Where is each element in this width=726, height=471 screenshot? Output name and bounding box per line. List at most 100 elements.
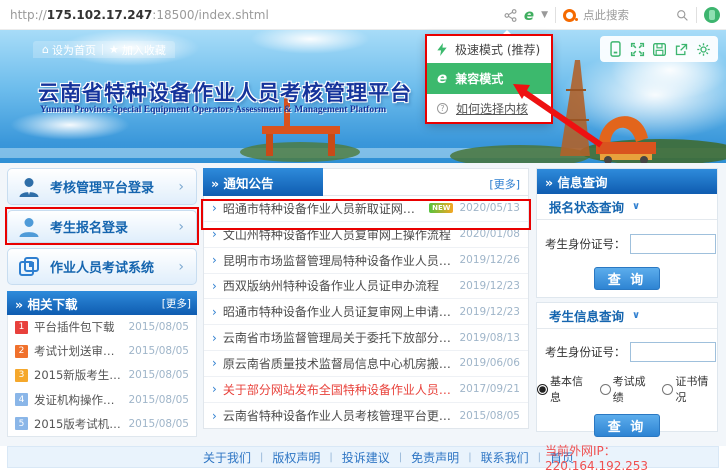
add-favorite-link[interactable]: ★加入收藏 — [109, 42, 166, 58]
query-panel-info: 考生信息查询 ∨ 考生身份证号： 基本信息 考试成绩 证书情况 查 询 — [536, 302, 718, 432]
chevron-right-icon: › — [178, 179, 196, 195]
downloads-header: » 相关下载 [更多] — [7, 291, 197, 315]
footer-link-about[interactable]: 关于我们 — [203, 449, 251, 466]
query-header: » 信息查询 — [537, 169, 717, 194]
sidebar-item-admin-login[interactable]: 考核管理平台登录 › — [7, 168, 197, 205]
search-engine-logo — [563, 9, 576, 22]
divider — [555, 7, 556, 23]
download-item[interactable]: 2 考试计划送审、审核 ... 2015/08/05 — [8, 339, 196, 363]
rank-badge: 2 — [15, 345, 28, 358]
info-query-button[interactable]: 查 询 — [594, 414, 660, 437]
star-icon: ★ — [109, 43, 119, 56]
bullet-icon: › — [212, 201, 217, 215]
footer-link-contact[interactable]: 联系我们 — [481, 449, 529, 466]
download-item[interactable]: 4 发证机构操作手册 2015/08/05 — [8, 388, 196, 412]
bullet-icon: › — [212, 227, 217, 241]
radio-exam-score[interactable]: 考试成绩 — [600, 373, 655, 405]
query-panel-status: » 信息查询 报名状态查询 ∨ 考生身份证号： 查 询 — [536, 168, 718, 298]
footer-link-complaint[interactable]: 投诉建议 — [342, 449, 390, 466]
kernel-mode-dropdown: 极速模式 (推荐) e 兼容模式 ? 如何选择内核 — [427, 36, 551, 122]
downloads-list: 1 平台插件包下载 2015/08/05 2 考试计划送审、审核 ... 201… — [7, 315, 197, 437]
url-domain: 175.102.17.247 — [47, 8, 153, 22]
question-icon: ? — [437, 103, 448, 114]
kernel-mode-icon[interactable]: e — [524, 8, 534, 23]
browser-chrome: http://175.102.17.247:18500/index.shtml … — [0, 0, 726, 30]
notice-item[interactable]: › 原云南省质量技术监督局信息中心机房搬迁公告 2019/06/06 — [204, 351, 528, 377]
download-item[interactable]: 1 平台插件包下载 2015/08/05 — [8, 315, 196, 339]
sidebar-item-label: 考核管理平台登录 — [50, 177, 178, 196]
search-icon[interactable] — [676, 9, 689, 22]
divider — [102, 44, 103, 55]
rank-badge: 3 — [15, 369, 28, 382]
bullet-icon: › — [212, 331, 217, 345]
set-homepage-link[interactable]: ⌂设为首页 — [42, 42, 96, 58]
download-item[interactable]: 3 2015新版考生操作... 2015/08/05 — [8, 363, 196, 387]
home-icon: ⌂ — [42, 43, 49, 56]
ie-kernel-icon: e — [437, 71, 447, 86]
notice-item[interactable]: › 昭通市特种设备作业人员新取证网上报名流程 NEW 2020/05/13 — [204, 196, 528, 222]
site-title: 云南省特种设备作业人员考核管理平台 — [38, 77, 412, 107]
notice-item[interactable]: › 云南省市场监督管理局关于委托下放部分行政许可... 2019/08/13 — [204, 325, 528, 351]
rank-badge: 5 — [15, 417, 28, 430]
footer-links: 关于我们| 版权声明| 投诉建议| 免责声明| 联系我们| 首页 — [203, 449, 574, 466]
bullet-icon: › — [212, 253, 217, 267]
notice-item[interactable]: › 关于部分网站发布全国特种设备作业人员不实信息... 2017/09/21 — [204, 377, 528, 403]
bullet-icon: › — [212, 356, 217, 370]
radio-certificate[interactable]: 证书情况 — [662, 373, 717, 405]
admin-person-icon — [8, 175, 50, 199]
bullet-icon: › — [212, 382, 217, 396]
status-query-section-toggle[interactable]: 报名状态查询 ∨ — [537, 194, 717, 220]
downloads-title: » 相关下载 — [7, 294, 162, 313]
id-number-label: 考生身份证号： — [545, 236, 626, 252]
settings-gear-icon[interactable] — [696, 42, 711, 57]
notice-item[interactable]: › 昆明市市场监督管理局特种设备作业人员复审流程... 2019/12/26 — [204, 248, 528, 274]
footer-link-copyright[interactable]: 版权声明 — [272, 449, 320, 466]
download-item[interactable]: 5 2015版考试机构操... 2015/08/05 — [8, 412, 196, 436]
share-icon[interactable] — [504, 9, 517, 22]
bullet-icon: › — [212, 279, 217, 293]
banner-toolbar — [600, 36, 718, 62]
notice-item[interactable]: › 文山州特种设备作业人员复审网上操作流程 2020/01/08 — [204, 222, 528, 248]
browser-search-input[interactable]: 点此搜索 — [583, 7, 669, 23]
tab-notices[interactable]: » 通知公告 — [203, 168, 323, 196]
site-banner: ⌂设为首页 ★加入收藏 云南省特种设备作业人员考核管理平台 Yunnan Pro… — [0, 30, 726, 163]
footer-link-disclaimer[interactable]: 免责声明 — [411, 449, 459, 466]
notice-item[interactable]: › 西双版纳州特种设备作业人员证申办流程 2019/12/23 — [204, 274, 528, 300]
chevron-down-icon: ∨ — [632, 201, 640, 212]
external-ip-label: 当前外网IP： 220.164.192.253 — [545, 442, 718, 471]
info-query-section-toggle[interactable]: 考生信息查询 ∨ — [537, 303, 717, 329]
dropdown-pointer — [500, 30, 514, 37]
bullet-icon: › — [212, 409, 217, 423]
status-id-input[interactable] — [630, 234, 716, 254]
rank-badge: 4 — [15, 393, 28, 406]
site-subtitle: Yunnan Province Special Equipment Operat… — [40, 105, 386, 115]
sidebar-item-exam-system[interactable]: 作业人员考试系统 › — [7, 248, 197, 285]
address-bar[interactable]: http://175.102.17.247:18500/index.shtml — [10, 8, 269, 22]
menu-item-kernel-help[interactable]: ? 如何选择内核 — [427, 94, 551, 122]
status-query-button[interactable]: 查 询 — [594, 267, 660, 290]
notice-item[interactable]: › 昭通市特种设备作业人员证复审网上申请流程及相... 2019/12/23 — [204, 299, 528, 325]
kernel-chevron-down-icon[interactable]: ▼ — [541, 10, 548, 20]
browser-logo-icon[interactable] — [704, 7, 720, 23]
downloads-more-link[interactable]: [更多] — [162, 296, 197, 311]
banner-quicklinks: ⌂设为首页 ★加入收藏 — [33, 41, 175, 58]
radio-basic-info[interactable]: 基本信息 — [537, 373, 592, 405]
bullet-icon: › — [212, 305, 217, 319]
fullscreen-icon[interactable] — [630, 42, 645, 57]
id-number-label: 考生身份证号： — [545, 344, 626, 360]
exam-cards-icon — [8, 255, 50, 279]
menu-item-speed-mode[interactable]: 极速模式 (推荐) — [427, 36, 551, 63]
info-id-input[interactable] — [630, 342, 716, 362]
notice-item[interactable]: › 云南省特种设备作业人员考核管理平台更新至20... 2015/08/05 — [204, 403, 528, 429]
mobile-icon[interactable] — [608, 41, 623, 57]
save-icon[interactable] — [652, 42, 667, 57]
divider — [696, 7, 697, 23]
candidate-person-icon — [8, 215, 50, 239]
share-export-icon[interactable] — [674, 42, 689, 57]
new-badge: NEW — [429, 203, 453, 213]
notices-list: › 昭通市特种设备作业人员新取证网上报名流程 NEW 2020/05/13 › … — [203, 196, 529, 429]
rank-badge: 1 — [15, 321, 28, 334]
notices-more-link[interactable]: [更多] — [489, 176, 520, 192]
menu-item-compat-mode[interactable]: e 兼容模式 — [427, 63, 551, 94]
sidebar-item-candidate-login[interactable]: 考生报名登录 › — [7, 210, 197, 243]
